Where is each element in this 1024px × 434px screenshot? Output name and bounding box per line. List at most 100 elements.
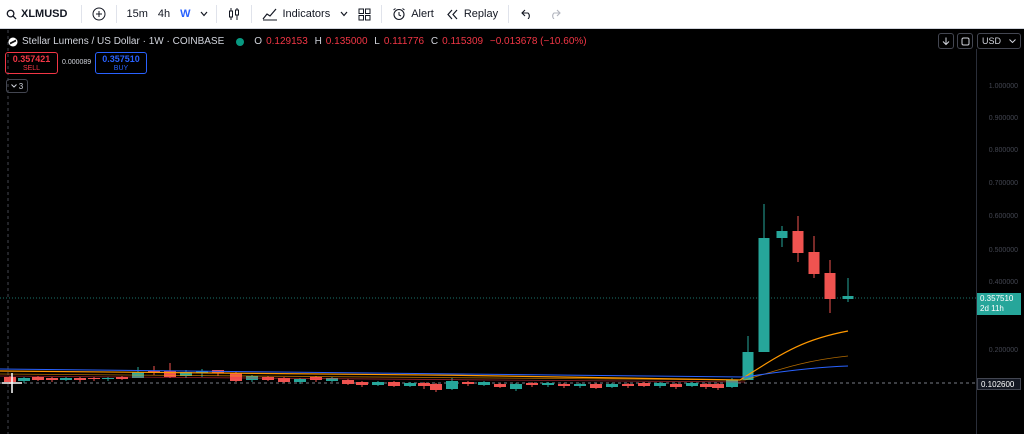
candle-body: [4, 377, 16, 382]
download-arrow-icon: [942, 37, 950, 46]
candle-body: [494, 384, 506, 387]
chevron-down-icon: [10, 84, 17, 88]
chevron-down-icon: [200, 11, 208, 17]
buy-button[interactable]: 0.357510 BUY: [95, 52, 147, 74]
symbol-name: XLMUSD: [21, 8, 68, 20]
chevron-down-icon: [340, 11, 348, 17]
sell-price: 0.357421: [12, 54, 51, 64]
ohlc-values: O 0.129153 H 0.135000 L 0.111776 C 0.115309 …: [254, 36, 590, 47]
candle-body: [824, 273, 836, 299]
replay-icon: [446, 9, 459, 20]
ma-line-orange: [0, 330, 849, 381]
fullscreen-button[interactable]: [957, 33, 973, 49]
timeframe-w[interactable]: W: [175, 0, 195, 29]
timeframe-4h[interactable]: 4h: [153, 0, 175, 29]
candle-body: [356, 382, 368, 385]
redo-button[interactable]: [541, 0, 569, 29]
candle-body: [606, 384, 618, 387]
layout-button[interactable]: [352, 0, 377, 29]
last-price-value: 0.357510: [980, 294, 1014, 303]
indicators-dropdown[interactable]: [336, 0, 352, 29]
axis-label: 0.500000: [988, 247, 1018, 254]
candle-body: [542, 383, 554, 385]
chevron-down-icon: [1009, 39, 1016, 43]
candle-body: [418, 383, 430, 386]
low-value: 0.111776: [383, 36, 425, 47]
spread-value: 0.000089: [62, 59, 92, 66]
sell-button[interactable]: 0.357421 SELL: [5, 52, 58, 74]
candle-body: [18, 378, 30, 381]
chart-legend: Stellar Lumens / US Dollar · 1W · COINBA…: [8, 36, 591, 47]
layout-grid-icon: [358, 8, 371, 21]
chart-pane[interactable]: [0, 30, 1024, 434]
price-chart[interactable]: [0, 30, 1024, 434]
currency-value: USD: [982, 36, 1002, 46]
candle-body: [526, 383, 538, 385]
toolbar-divider: [116, 5, 118, 23]
undo-button[interactable]: [513, 0, 541, 29]
candle-body: [88, 378, 100, 379]
candle-body: [712, 384, 724, 388]
candle-body: [446, 381, 458, 389]
candle-body: [842, 296, 854, 299]
compare-symbol-button[interactable]: [86, 0, 112, 29]
download-button[interactable]: [938, 33, 954, 49]
candle-body: [776, 231, 788, 238]
candle-body: [372, 382, 384, 385]
alert-label: Alert: [411, 8, 434, 20]
alarm-clock-icon: [392, 7, 406, 21]
currency-select[interactable]: USD: [977, 33, 1021, 49]
candle-body: [654, 383, 666, 386]
indicators-collapse-button[interactable]: 3: [6, 79, 28, 93]
replay-button[interactable]: Replay: [440, 0, 504, 29]
toolbar-divider: [81, 5, 83, 23]
toolbar-divider: [508, 5, 510, 23]
candle-body: [462, 382, 474, 384]
axis-label: 0.600000: [988, 213, 1018, 220]
indicators-label: Indicators: [282, 8, 331, 20]
indicators-count: 3: [18, 81, 24, 91]
chart-type-button[interactable]: [221, 0, 247, 29]
candle-body: [670, 384, 682, 387]
toolbar-divider: [250, 5, 252, 23]
candle-body: [574, 384, 586, 386]
candle-body: [792, 231, 804, 253]
price-axis[interactable]: 1.000000 0.900000 0.800000 0.700000 0.60…: [976, 49, 1024, 434]
candle-body: [510, 384, 522, 389]
market-status-icon: [236, 37, 245, 46]
indicators-icon: [262, 7, 278, 21]
close-value: 0.115309: [442, 36, 484, 47]
candle-body: [590, 384, 602, 388]
add-symbol-icon: [92, 7, 106, 21]
timeframe-dropdown[interactable]: [196, 0, 212, 29]
top-toolbar: XLMUSD 15m 4h W Indicators Alert Replay: [0, 0, 1024, 29]
open-value: 0.129153: [266, 36, 308, 47]
candle-body: [342, 380, 354, 384]
symbol-search-button[interactable]: XLMUSD: [0, 0, 77, 29]
change-value: −0.013678 (−10.60%): [489, 36, 587, 47]
axis-label: 0.700000: [988, 180, 1018, 187]
candle-body: [808, 252, 820, 274]
axis-label: 1.000000: [988, 83, 1018, 90]
indicators-button[interactable]: Indicators: [256, 0, 337, 29]
alert-button[interactable]: Alert: [386, 0, 440, 29]
toolbar-divider: [215, 5, 217, 23]
search-icon: [6, 9, 17, 20]
bars-style-icon: [227, 7, 241, 21]
high-value: 0.135000: [325, 36, 368, 47]
candle-body: [294, 379, 306, 382]
open-label: O: [254, 36, 263, 47]
low-label: L: [374, 36, 380, 47]
last-price-tag: 0.357510 2d 11h: [977, 293, 1021, 315]
crosshair-price-tag: 0.102600: [977, 378, 1021, 390]
symbol-title: Stellar Lumens / US Dollar · 1W · COINBA…: [22, 36, 225, 47]
close-label: C: [430, 36, 439, 47]
stellar-logo-icon: [8, 37, 18, 47]
candle-body: [46, 378, 58, 380]
candle-body: [60, 378, 72, 380]
candle-body: [622, 384, 634, 386]
buy-label: BUY: [113, 65, 129, 72]
candle-body: [32, 377, 44, 380]
timeframe-15m[interactable]: 15m: [121, 0, 152, 29]
replay-label: Replay: [463, 8, 499, 20]
